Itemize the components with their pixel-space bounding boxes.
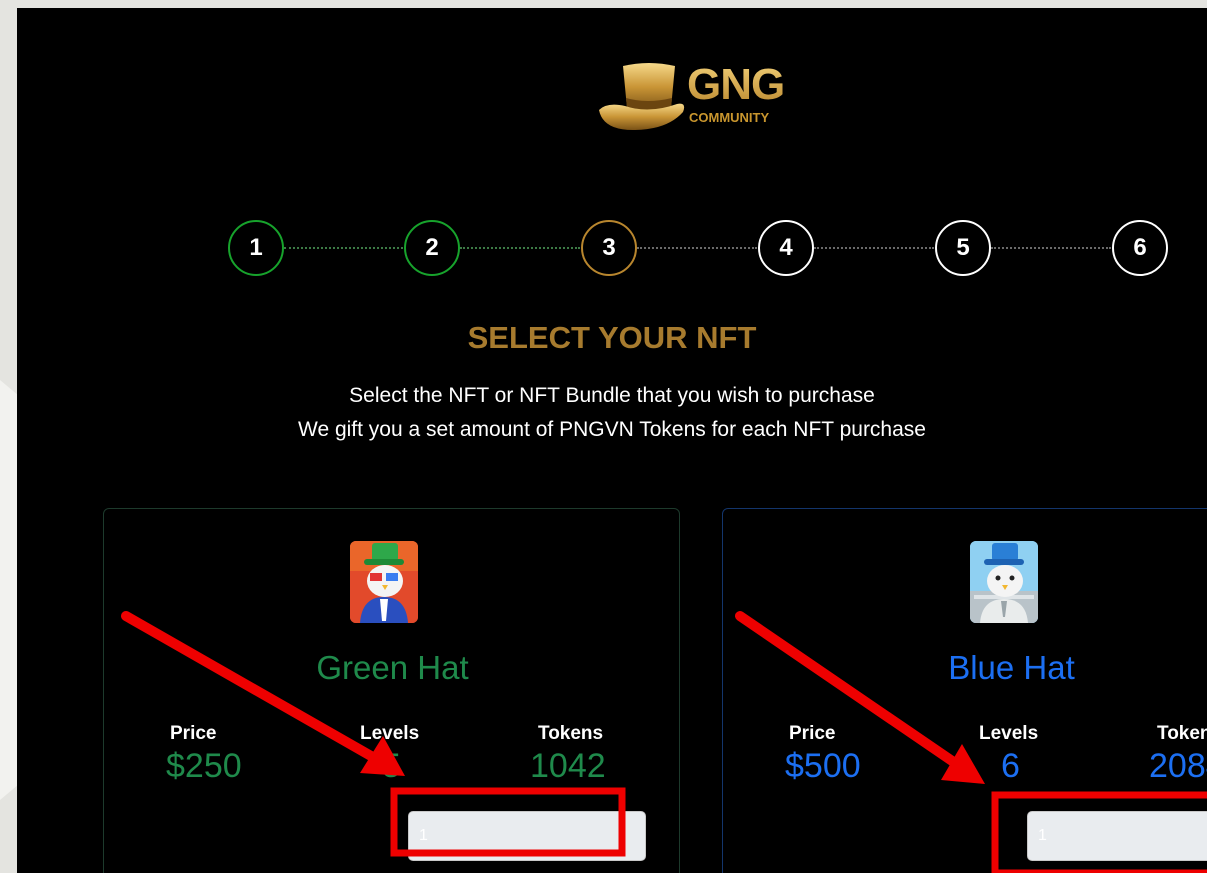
green-hat-penguin-icon	[350, 541, 418, 623]
nft-card-green-hat[interactable]: Green Hat Price $250 Levels 5 Tokens 104…	[103, 508, 680, 873]
levels-label: Levels	[360, 723, 420, 744]
app-screen: GNG COMMUNITY 1 2 3 4 5 6 SELECT YOUR NF…	[17, 8, 1207, 873]
quantity-input[interactable]	[408, 811, 646, 861]
price-label: Price	[789, 723, 836, 744]
price-label: Price	[170, 723, 217, 744]
progress-stepper: 1 2 3 4 5 6	[17, 8, 1207, 308]
step-6[interactable]: 6	[1112, 220, 1168, 276]
nft-name: Green Hat	[316, 649, 469, 686]
nft-avatar	[350, 541, 418, 623]
blue-hat-penguin-icon	[970, 541, 1038, 623]
description-line-1: Select the NFT or NFT Bundle that you wi…	[349, 384, 875, 407]
step-2[interactable]: 2	[404, 220, 460, 276]
levels-value: 5	[382, 747, 401, 785]
tokens-value: 1042	[530, 747, 606, 785]
step-3[interactable]: 3	[581, 220, 637, 276]
nft-avatar	[970, 541, 1038, 623]
levels-value: 6	[1001, 747, 1020, 785]
levels-label: Levels	[979, 723, 1039, 744]
description-line-2: We gift you a set amount of PNGVN Tokens…	[298, 418, 926, 441]
step-1[interactable]: 1	[228, 220, 284, 276]
nft-card-blue-hat[interactable]: Blue Hat Price $500 Levels 6 Tokens 2084	[722, 508, 1207, 873]
step-connector	[284, 247, 403, 249]
tokens-label: Tokens	[1157, 723, 1207, 744]
quantity-input[interactable]	[1027, 811, 1207, 861]
step-4[interactable]: 4	[758, 220, 814, 276]
step-5[interactable]: 5	[935, 220, 991, 276]
step-connector	[991, 247, 1111, 249]
step-connector	[814, 247, 934, 249]
price-value: $250	[166, 747, 242, 785]
page-title: SELECT YOUR NFT	[467, 320, 757, 355]
nft-name: Blue Hat	[948, 649, 1075, 686]
step-connector	[460, 247, 580, 249]
price-value: $500	[785, 747, 861, 785]
tokens-label: Tokens	[538, 723, 604, 744]
tokens-value: 2084	[1149, 747, 1207, 785]
step-connector	[637, 247, 757, 249]
